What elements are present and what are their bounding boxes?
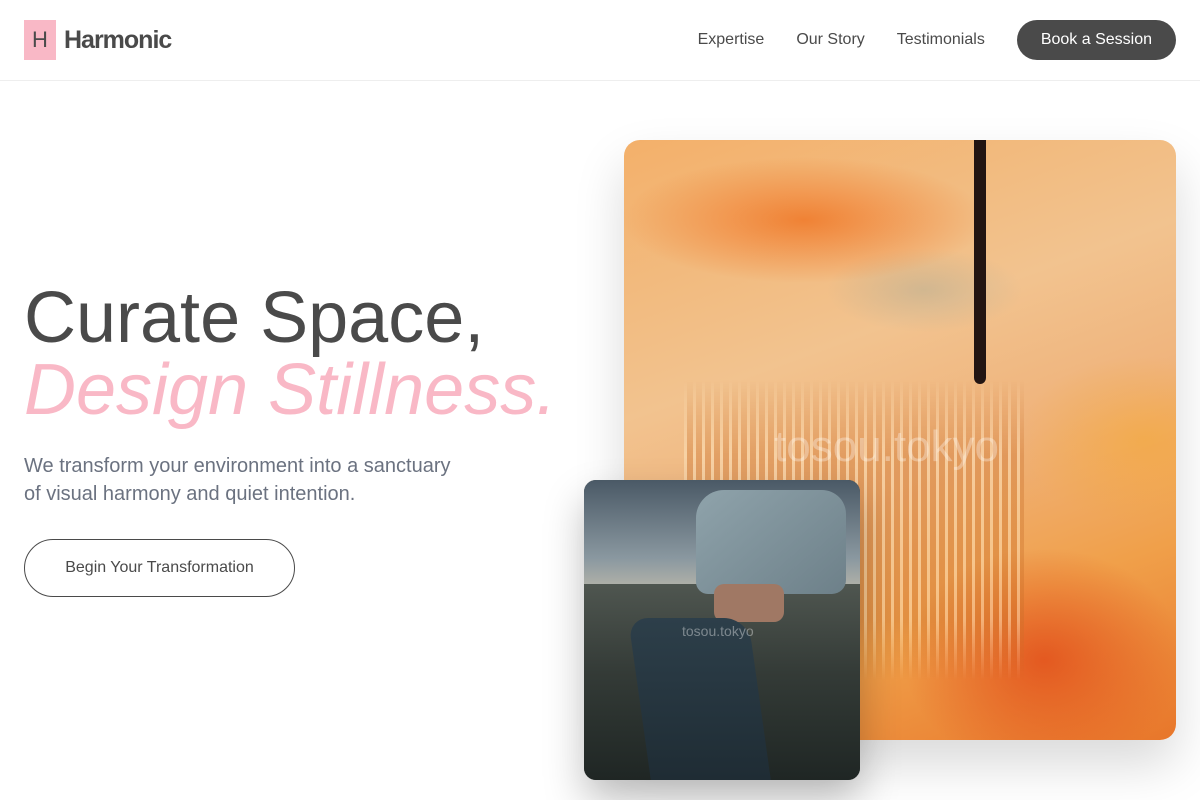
brand-name: Harmonic (64, 25, 172, 54)
main-image-watermark: tosou.tokyo (774, 422, 1000, 471)
site-header: H Harmonic Expertise Our Story Testimoni… (0, 0, 1200, 81)
logo-mark: H (24, 20, 56, 60)
photo-figure-waist (714, 584, 784, 622)
book-session-button[interactable]: Book a Session (1016, 20, 1176, 60)
secondary-image-watermark: tosou.tokyo (682, 623, 754, 639)
hero-subtitle: We transform your environment into a san… (24, 455, 451, 505)
painting-dark-stroke (974, 140, 986, 384)
nav-link-expertise[interactable]: Expertise (698, 31, 765, 49)
portrait-photo-image: tosou.tokyo (584, 480, 860, 780)
begin-transformation-button[interactable]: Begin Your Transformation (24, 539, 295, 597)
nav-link-testimonials[interactable]: Testimonials (897, 31, 985, 49)
hero-title-line-1: Curate Space, (24, 278, 485, 358)
nav-link-our-story[interactable]: Our Story (796, 31, 864, 49)
photo-figure-jacket (696, 490, 846, 594)
photo-figure-jeans (628, 618, 772, 780)
hero-title: Curate Space, Design Stillness. (24, 282, 556, 426)
brand[interactable]: H Harmonic (24, 20, 172, 60)
hero-title-line-2: Design Stillness. (24, 350, 557, 430)
main-nav: Expertise Our Story Testimonials Book a … (698, 20, 1176, 60)
